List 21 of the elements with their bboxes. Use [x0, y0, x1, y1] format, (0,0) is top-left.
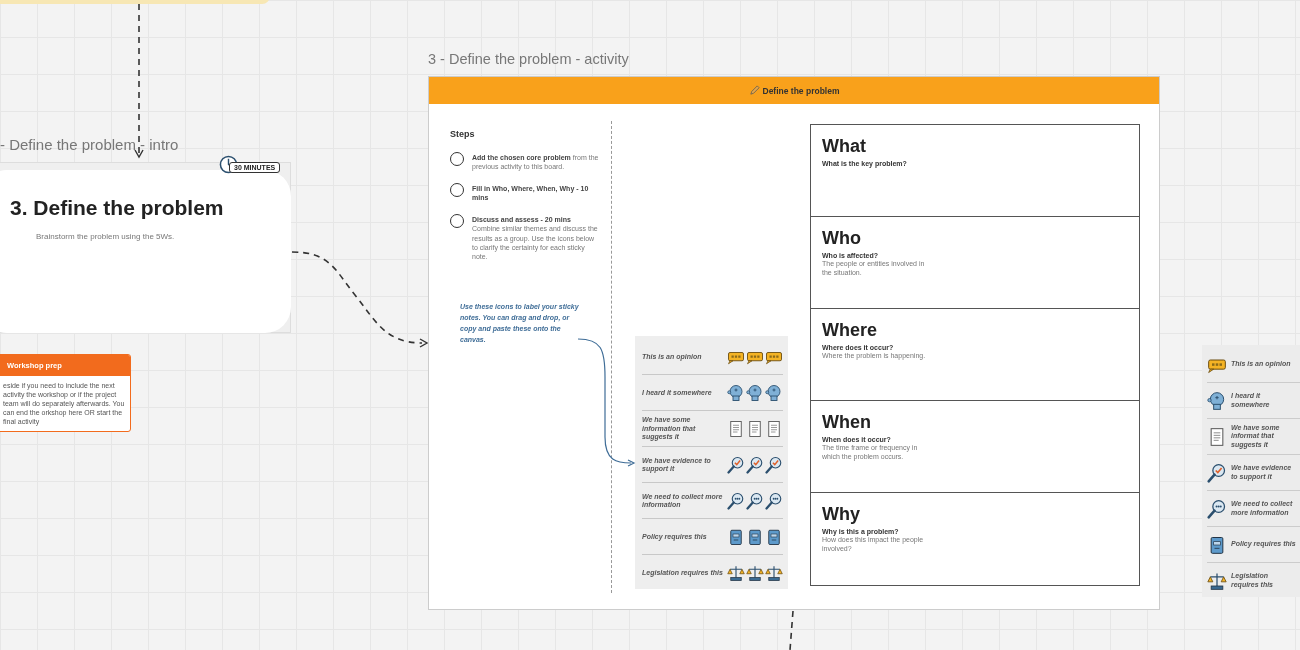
card-heading: 3. Define the problem — [10, 196, 224, 220]
step-checkbox[interactable] — [450, 152, 464, 166]
box-title: Where — [822, 320, 878, 341]
frame-title: - Define the problem - intro — [0, 136, 179, 153]
banner-title: Define the problem — [762, 85, 840, 96]
box-title: Why — [822, 504, 861, 525]
card-subtitle: Brainstorm the problem using the 5Ws. — [36, 232, 175, 241]
box-title: When — [822, 412, 872, 433]
step-checkbox[interactable] — [450, 183, 464, 198]
box-title: Who — [822, 228, 862, 249]
title-card[interactable]: 3. Define the problem Brainstorm the problem using the 5Ws. — [0, 170, 291, 333]
box-title: What — [822, 136, 867, 157]
head-icon[interactable] — [765, 384, 783, 402]
step-checkbox[interactable] — [450, 214, 464, 229]
steps-heading: Steps — [450, 129, 476, 139]
head-icon[interactable] — [1207, 390, 1227, 411]
head-icon[interactable] — [727, 384, 745, 402]
frame-title: 3 - Define the problem - activity — [428, 51, 629, 67]
head-icon[interactable] — [746, 384, 764, 402]
pencil-icon — [748, 85, 760, 96]
connector-line — [789, 610, 794, 650]
